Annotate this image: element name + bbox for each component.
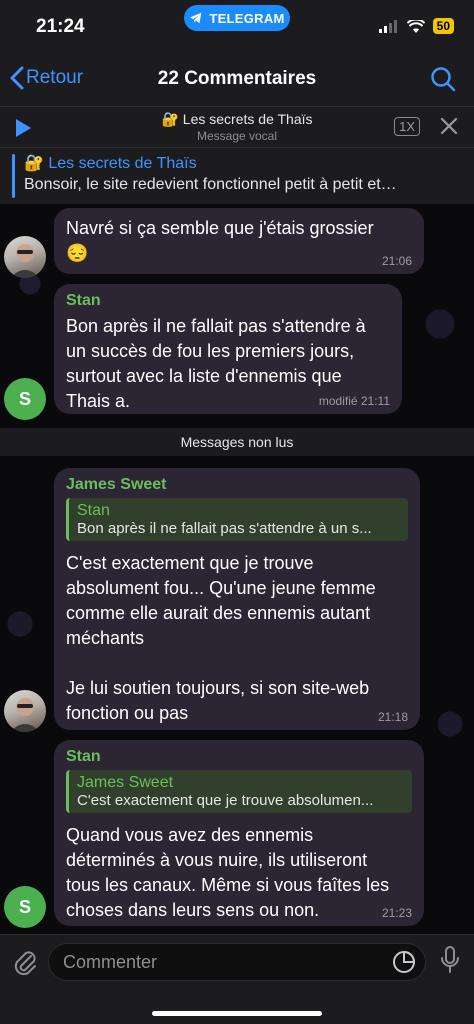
message-text: Navré si ça semble que j'étais grossier … [66,218,374,263]
telegram-pill-label: TELEGRAM [209,10,285,26]
search-icon [431,67,456,92]
sticker-button[interactable] [392,950,416,979]
search-button[interactable] [430,66,456,97]
user-photo-icon [10,244,40,278]
reply-quote[interactable]: James Sweet C'est exactement que je trou… [66,770,412,813]
message-time: modifié 21:11 [318,394,390,408]
avatar[interactable]: S [4,378,46,420]
message-time: 21:06 [381,254,412,268]
comment-input[interactable] [48,943,426,981]
message-sender[interactable]: James Sweet [66,476,408,494]
user-photo-icon [10,698,40,732]
pinned-accent-bar [12,154,15,198]
message-bubble[interactable]: Stan Bon après il ne fallait pas s'atten… [54,284,402,414]
wifi-icon [406,19,425,33]
home-indicator [152,1011,322,1016]
signal-icon [378,19,397,33]
message-sender[interactable]: Stan [66,748,412,766]
avatar[interactable] [4,690,46,732]
pinned-text: Bonsoir, le site redevient fonctionnel p… [24,176,397,193]
composer-bar [0,934,474,1024]
quote-sender: Stan [77,502,110,519]
quote-text: Bon après il ne fallait pas s'attendre à… [77,520,372,537]
message-bubble[interactable]: Navré si ça semble que j'étais grossier … [54,208,424,274]
sticker-icon [393,950,416,973]
pinned-title: 🔐 Les secrets de Thaïs [24,155,197,172]
message-bubble[interactable]: Stan James Sweet C'est exactement que je… [54,740,424,926]
microphone-button[interactable] [440,945,460,980]
nav-bar: Retour 22 Commentaires [0,52,474,106]
message-time: 21:18 [377,710,408,724]
reply-quote[interactable]: Stan Bon après il ne fallait pas s'atten… [66,498,408,541]
paperclip-icon [14,951,36,976]
avatar[interactable] [4,236,46,278]
message-text: Quand vous avez des ennemis déterminés à… [66,825,390,920]
attach-button[interactable] [12,947,38,982]
close-player-button[interactable] [440,117,458,140]
telegram-icon [190,12,202,24]
unread-divider: Messages non lus [0,428,474,456]
avatar[interactable]: S [4,886,46,928]
quote-sender: James Sweet [77,774,174,791]
playback-speed-button[interactable]: 1X [394,117,420,136]
quote-text: C'est exactement que je trouve absolumen… [77,792,374,809]
message-time: 21:23 [381,906,412,920]
telegram-pill[interactable]: TELEGRAM [184,5,290,31]
message-bubble[interactable]: James Sweet Stan Bon après il ne fallait… [54,468,420,730]
close-icon [440,117,458,135]
page-title: 22 Commentaires [157,68,317,89]
battery-indicator: 50 [432,18,454,34]
status-bar: 21:24 TELEGRAM 50 [0,0,474,52]
status-time: 21:24 [36,16,85,37]
message-sender[interactable]: Stan [66,292,390,310]
audio-player-bar: 🔐 Les secrets de Thaïs Message vocal 1X [0,106,474,148]
chat-area[interactable]: Navré si ça semble que j'étais grossier … [0,204,474,934]
message-text: C'est exactement que je trouve absolumen… [66,553,376,723]
status-icons: 50 [378,18,454,34]
pinned-message[interactable]: 🔐 Les secrets de Thaïs Bonsoir, le site … [0,148,474,204]
microphone-icon [441,946,459,973]
